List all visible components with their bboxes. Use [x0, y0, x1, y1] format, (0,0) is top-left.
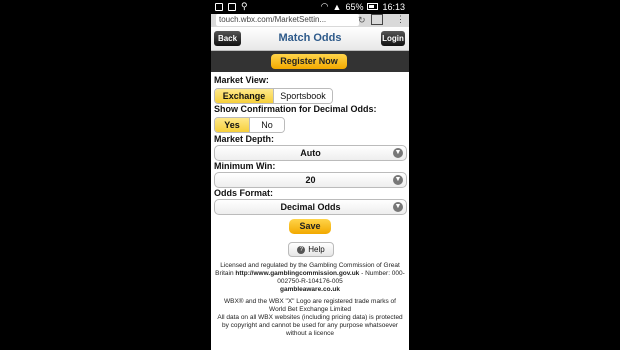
confirmation-no[interactable]: No	[249, 118, 284, 132]
help-label: Help	[308, 245, 325, 254]
mail-icon	[228, 2, 236, 11]
market-view-exchange[interactable]: Exchange	[215, 89, 273, 103]
market-view-label: Market View:	[214, 75, 269, 85]
confirmation-label: Show Confirmation for Decimal Odds:	[214, 104, 377, 114]
battery-icon	[367, 3, 379, 10]
battery-percent: 65%	[345, 1, 364, 12]
login-button[interactable]: Login	[381, 31, 405, 46]
register-bar: Register Now	[211, 51, 409, 72]
page-title: Match Odds	[278, 32, 342, 44]
confirmation-toggle: Yes No	[214, 117, 285, 133]
clock: 16:13	[382, 1, 405, 12]
chevron-down-icon: ▼	[393, 175, 403, 185]
browser-url-bar: touch.wbx.com/MarketSettin... ↻ ⋮	[211, 14, 409, 27]
usb-icon: ⚲	[241, 1, 248, 11]
confirmation-yes[interactable]: Yes	[215, 118, 249, 132]
page-header: Back Match Odds Login	[211, 27, 409, 51]
refresh-icon[interactable]: ↻	[358, 15, 366, 26]
odds-format-label: Odds Format:	[214, 188, 274, 198]
menu-icon[interactable]: ⋮	[396, 14, 405, 25]
help-button[interactable]: ? Help	[288, 242, 334, 257]
market-depth-select[interactable]: Auto ▼	[214, 145, 407, 161]
market-view-sportsbook[interactable]: Sportsbook	[273, 89, 332, 103]
register-now-button[interactable]: Register Now	[271, 54, 347, 69]
minimum-win-select[interactable]: 20 ▼	[214, 172, 407, 188]
chevron-down-icon: ▼	[393, 148, 403, 158]
market-depth-value: Auto	[300, 148, 321, 158]
gallery-icon	[215, 2, 223, 11]
chevron-down-icon: ▼	[393, 202, 403, 212]
license-notice: Licensed and regulated by the Gambling C…	[215, 262, 405, 294]
wifi-icon: ◠	[320, 1, 329, 11]
legal-notice: WBX® and the WBX "X" Logo are registered…	[215, 298, 405, 338]
phone-screen: ⚲ ◠ ▲ 65% 16:13 touch.wbx.com/MarketSett…	[211, 0, 409, 350]
gambling-commission-link[interactable]: http://www.gamblingcommission.gov.uk	[235, 270, 359, 277]
status-bar: ⚲ ◠ ▲ 65% 16:13	[211, 0, 409, 14]
url-input[interactable]: touch.wbx.com/MarketSettin...	[216, 14, 359, 26]
minimum-win-value: 20	[305, 175, 316, 185]
help-icon: ?	[297, 245, 306, 254]
copyright-text: All data on all WBX websites (including …	[217, 314, 403, 337]
trademark-text: WBX® and the WBX "X" Logo are registered…	[224, 298, 396, 313]
save-button[interactable]: Save	[289, 219, 331, 234]
minimum-win-label: Minimum Win:	[214, 161, 276, 171]
signal-icon: ▲	[332, 1, 342, 12]
odds-format-value: Decimal Odds	[280, 202, 341, 212]
tabs-icon[interactable]	[371, 14, 383, 25]
market-view-toggle: Exchange Sportsbook	[214, 88, 333, 104]
odds-format-select[interactable]: Decimal Odds ▼	[214, 199, 407, 215]
market-depth-label: Market Depth:	[214, 134, 275, 144]
gambleaware-link[interactable]: gambleaware.co.uk	[280, 286, 340, 293]
